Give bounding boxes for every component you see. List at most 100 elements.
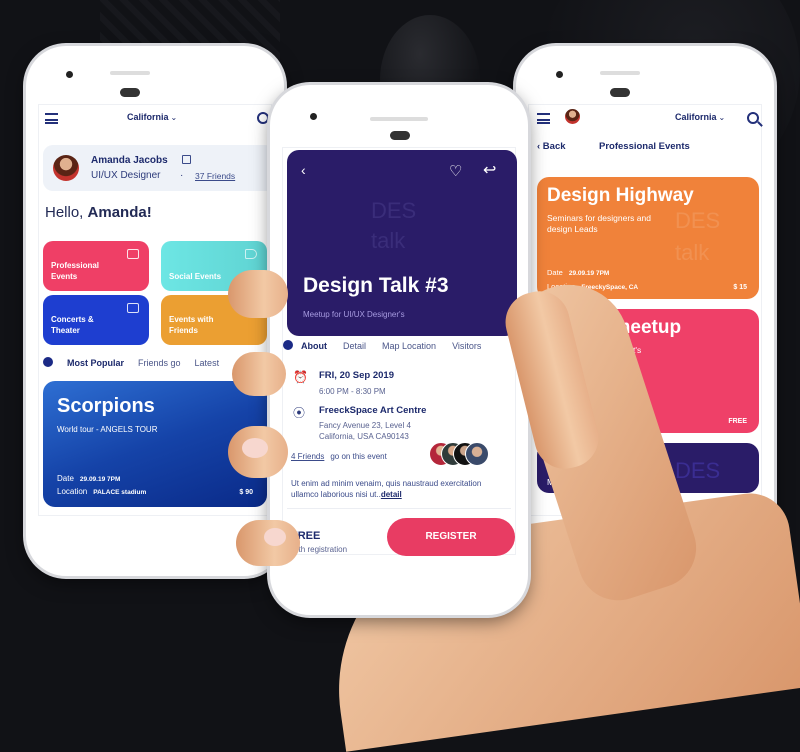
event-title: Scorpions xyxy=(57,395,155,417)
tab-latest[interactable]: Latest xyxy=(195,358,220,368)
chevron-down-icon: ⌄ xyxy=(170,113,178,122)
sensor xyxy=(610,88,630,97)
divider xyxy=(287,508,511,509)
front-camera xyxy=(310,113,317,120)
profile-role: UI/UX Designer xyxy=(91,170,161,181)
event-price: $ 90 xyxy=(239,489,253,496)
greeting-name: Amanda! xyxy=(87,204,152,221)
separator: · xyxy=(180,170,184,181)
date-label: Date xyxy=(57,474,74,483)
greeting-prefix: Hello, xyxy=(45,204,84,221)
event-location: Location PALACE stadium xyxy=(57,487,146,496)
share-icon[interactable]: ↩ xyxy=(483,160,496,180)
event-filter-tabs: Most Popular Friends go Latest xyxy=(43,357,233,368)
top-navbar: California ⌄ xyxy=(39,105,271,131)
event-date: Date 29.09.19 7PM xyxy=(57,474,120,483)
front-camera xyxy=(556,71,563,78)
event-price: FREE xyxy=(728,418,747,425)
chevron-down-icon: ⌄ xyxy=(718,113,726,122)
avatar xyxy=(53,155,79,181)
search-icon[interactable] xyxy=(257,112,269,124)
menu-icon[interactable] xyxy=(537,113,550,124)
detail-link[interactable]: detail xyxy=(381,490,402,499)
event-date: FRI, 20 Sep 2019 xyxy=(319,370,394,381)
category-label: Events xyxy=(51,272,78,281)
detail-tabs: About Detail Map Location Visitors xyxy=(283,340,497,351)
event-subtitle: World tour - ANGELS TOUR xyxy=(57,425,158,434)
location-pin-icon: ⦿ xyxy=(293,406,306,420)
alarm-clock-icon: ⏰ xyxy=(293,370,308,384)
speaker xyxy=(370,117,428,121)
greeting: Hello, Amanda! xyxy=(45,204,152,221)
venue-name: FreeckSpace Art Centre xyxy=(319,405,427,416)
event-detail-screen: ‹ ♡ ↩ DES talk Design Talk #3 Meetup for … xyxy=(282,147,517,556)
category-label: Theater xyxy=(51,326,80,335)
category-professional-events[interactable]: Professional Events xyxy=(43,241,149,291)
event-card[interactable]: DES talk Design Highway Seminars for desi… xyxy=(537,177,759,299)
ghost-text: DES talk xyxy=(675,208,721,265)
profile-card[interactable]: Amanda Jacobs UI/UX Designer · 37 Friend… xyxy=(43,145,275,191)
location-selector[interactable]: California ⌄ xyxy=(127,112,177,122)
friend-avatars[interactable] xyxy=(429,442,489,468)
page-title: Professional Events xyxy=(599,141,690,152)
event-hero-card: ‹ ♡ ↩ DES talk Design Talk #3 Meetup for … xyxy=(287,150,517,336)
date-value: 29.09.19 7PM xyxy=(568,270,610,277)
friends-link[interactable]: 4 Friends xyxy=(291,452,324,461)
first-aid-case-icon xyxy=(127,249,139,259)
event-subtitle: Seminars for designers and design Leads xyxy=(547,213,651,234)
date-label: Date xyxy=(547,268,563,277)
megaphone-icon xyxy=(245,249,257,259)
category-label: Professional xyxy=(51,261,100,270)
profile-name: Amanda Jacobs xyxy=(91,155,168,166)
front-camera xyxy=(66,71,73,78)
tab-visitors[interactable]: Visitors xyxy=(452,341,481,351)
finger xyxy=(236,520,300,566)
tab-about[interactable]: About xyxy=(301,341,327,351)
tab-map-location[interactable]: Map Location xyxy=(382,341,436,351)
finger xyxy=(228,270,288,318)
location-selector[interactable]: California ⌄ xyxy=(675,112,725,122)
event-description: Ut enim ad minim venaim, quis naustraud … xyxy=(291,478,501,500)
register-button[interactable]: REGISTER xyxy=(387,518,515,556)
tab-most-popular[interactable]: Most Popular xyxy=(67,358,124,368)
category-label: Concerts & xyxy=(51,315,94,324)
tab-detail[interactable]: Detail xyxy=(343,341,366,351)
edit-icon[interactable] xyxy=(182,155,191,164)
event-subtitle: Meetup for UI/UX Designer's xyxy=(303,310,405,319)
category-label: Social Events xyxy=(169,272,222,281)
category-label: Events with xyxy=(169,315,214,324)
phone-event-detail-screen: ‹ ♡ ↩ DES talk Design Talk #3 Meetup for … xyxy=(270,85,528,615)
friends-link[interactable]: 37 Friends xyxy=(195,171,235,181)
search-icon[interactable] xyxy=(747,112,759,124)
speaker xyxy=(600,71,640,75)
location-label: California xyxy=(127,112,169,122)
finger xyxy=(232,352,286,396)
sensor xyxy=(390,131,410,140)
event-title: Design Highway xyxy=(547,185,694,206)
event-date: Date 29.09.19 7PM xyxy=(547,268,609,277)
location-label: Location xyxy=(57,487,88,496)
location-label: California xyxy=(675,112,717,122)
date-value: 29.09.19 7PM xyxy=(79,476,121,483)
top-navbar: California ⌄ xyxy=(529,105,761,131)
sensor xyxy=(120,88,140,97)
event-title: Design Talk #3 xyxy=(303,274,449,297)
tab-friends-go[interactable]: Friends go xyxy=(138,358,181,368)
category-concerts-theater[interactable]: Concerts & Theater xyxy=(43,295,149,345)
venue-address: Fancy Avenue 23, Level 4 California, USA … xyxy=(319,421,411,441)
ghost-text: DES talk xyxy=(371,198,417,253)
finger xyxy=(228,426,288,478)
category-label: Friends xyxy=(169,326,198,335)
location-value: PALACE stadium xyxy=(93,489,147,496)
heart-icon[interactable]: ♡ xyxy=(449,162,462,180)
back-button[interactable]: ‹ Back xyxy=(537,141,566,152)
avatar[interactable] xyxy=(565,109,580,124)
event-price: $ 15 xyxy=(733,284,747,291)
back-icon[interactable]: ‹ xyxy=(301,162,306,178)
friends-text: go on this event xyxy=(330,452,387,461)
friends-going: 4 Friends go on this event xyxy=(291,452,387,461)
speaker xyxy=(110,71,150,75)
copy-squares-icon xyxy=(127,303,139,313)
menu-icon[interactable] xyxy=(45,113,58,124)
event-time: 6:00 PM - 8:30 PM xyxy=(319,387,386,396)
